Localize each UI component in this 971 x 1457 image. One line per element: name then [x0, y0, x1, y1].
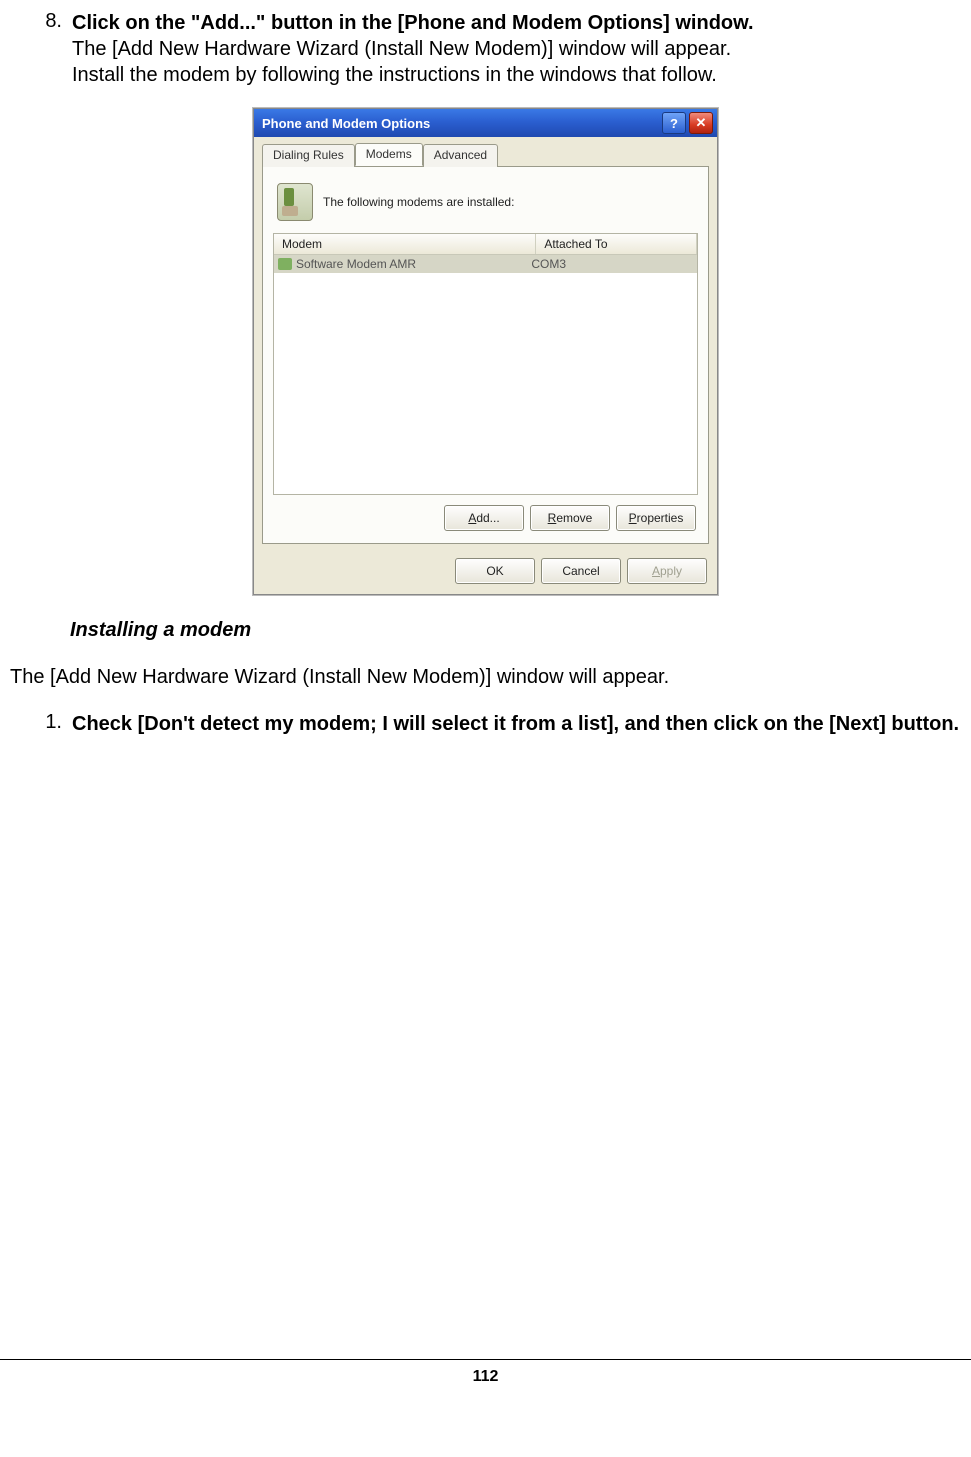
remove-button[interactable]: Remove: [530, 505, 610, 531]
paragraph: The [Add New Hardware Wizard (Install Ne…: [10, 666, 961, 689]
info-text: The following modems are installed:: [323, 195, 514, 209]
column-attached-to[interactable]: Attached To: [536, 234, 697, 254]
tab-modems[interactable]: Modems: [355, 143, 423, 166]
step-bold-text: Click on the "Add..." button in the [Pho…: [72, 12, 754, 34]
ok-button[interactable]: OK: [455, 558, 535, 584]
tab-panel-modems: The following modems are installed: Mode…: [262, 166, 709, 544]
step-body: Check [Don't detect my modem; I will sel…: [72, 711, 961, 737]
step-line: Install the modem by following the instr…: [72, 64, 717, 86]
info-row: The following modems are installed:: [273, 177, 698, 233]
modem-icon: [277, 183, 313, 221]
cell-modem-name: Software Modem AMR: [274, 255, 527, 273]
tab-advanced[interactable]: Advanced: [423, 144, 498, 167]
dialog-title: Phone and Modem Options: [262, 116, 659, 131]
listview-header: Modem Attached To: [274, 234, 697, 255]
tab-dialing-rules[interactable]: Dialing Rules: [262, 144, 355, 167]
modem-name-text: Software Modem AMR: [296, 257, 416, 271]
tab-strip: Dialing Rules Modems Advanced: [254, 137, 717, 166]
apply-button[interactable]: Apply: [627, 558, 707, 584]
step-8: 8. Click on the "Add..." button in the […: [10, 10, 961, 88]
add-button[interactable]: Add...: [444, 505, 524, 531]
properties-button[interactable]: Properties: [616, 505, 696, 531]
step-number: 8.: [10, 10, 72, 88]
step-number: 1.: [10, 711, 72, 737]
step-body: Click on the "Add..." button in the [Pho…: [72, 10, 961, 88]
page-number: 112: [473, 1368, 499, 1385]
cell-port: COM3: [527, 255, 697, 273]
dialog-button-row: OK Cancel Apply: [254, 552, 717, 594]
cancel-button[interactable]: Cancel: [541, 558, 621, 584]
modem-listview[interactable]: Modem Attached To Software Modem AMR COM…: [273, 233, 698, 495]
page-footer: 112: [0, 1359, 971, 1400]
modem-row-icon: [278, 258, 292, 270]
titlebar: Phone and Modem Options ? ✕: [254, 109, 717, 137]
panel-button-row: Add... Remove Properties: [273, 495, 698, 533]
step-line: The [Add New Hardware Wizard (Install Ne…: [72, 38, 731, 60]
close-icon: ✕: [696, 115, 707, 131]
close-button[interactable]: ✕: [689, 112, 713, 134]
phone-modem-dialog: Phone and Modem Options ? ✕ Dialing Rule…: [253, 108, 718, 595]
column-modem[interactable]: Modem: [274, 234, 536, 254]
step-bold-text: Check [Don't detect my modem; I will sel…: [72, 713, 959, 735]
step-1: 1. Check [Don't detect my modem; I will …: [10, 711, 961, 737]
help-button[interactable]: ?: [662, 112, 686, 134]
section-heading: Installing a modem: [70, 619, 961, 642]
table-row[interactable]: Software Modem AMR COM3: [274, 255, 697, 273]
